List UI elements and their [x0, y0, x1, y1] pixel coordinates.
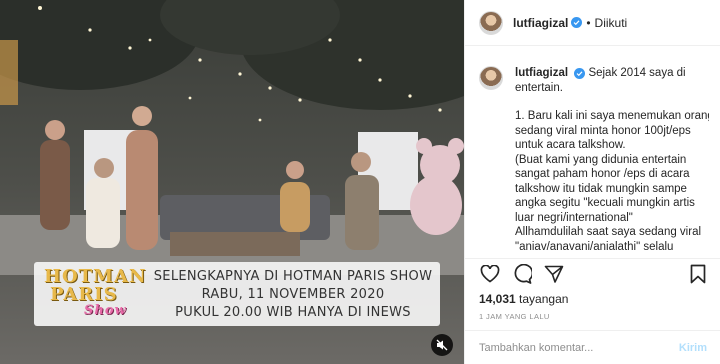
caption-avatar[interactable]	[479, 66, 503, 90]
caption-intro: lutfiagizal Sejak 2014 saya di entertain.	[515, 66, 709, 95]
action-bar	[465, 258, 720, 288]
header-username[interactable]: lutfiagizal	[513, 16, 568, 30]
promo-line-1: SELENGKAPNYA DI HOTMAN PARIS SHOW	[153, 269, 433, 284]
comment-bar: Kirim	[465, 330, 720, 364]
verified-badge-icon	[574, 68, 586, 79]
post-video[interactable]: HOTMAN PARIS Show SELENGKAPNYA DI HOTMAN…	[0, 0, 464, 364]
avatar[interactable]	[479, 10, 503, 35]
caption-para-line: Allhamdulilah saat saya sedang viral	[515, 226, 702, 238]
share-icon[interactable]	[543, 263, 565, 285]
follow-status-button[interactable]: Diikuti	[595, 16, 628, 30]
promo-text: SELENGKAPNYA DI HOTMAN PARIS SHOW RABU, …	[148, 268, 438, 322]
comment-input[interactable]	[479, 341, 679, 354]
caption-para-line: sedang viral minta honor 100jt/eps	[515, 124, 691, 137]
verified-badge-icon	[571, 17, 583, 28]
post-header: lutfiagizal • Diikuti	[465, 0, 720, 46]
views-label: tayangan	[519, 292, 569, 306]
post-timestamp[interactable]: 1 JAM YANG LALU	[479, 312, 550, 321]
caption-line-2: entertain.	[515, 81, 563, 94]
views-number: 14,031	[479, 292, 516, 306]
comment-icon[interactable]	[511, 263, 533, 285]
logo-line-2: PARIS	[50, 284, 118, 305]
caption-para-line: untuk acara talkshow.	[515, 139, 626, 151]
caption-line-1: Sejak 2014 saya di	[588, 67, 686, 79]
caption-username[interactable]: lutfiagizal	[515, 67, 568, 79]
caption-para-line: sangat paham honor /eps di acara	[515, 168, 690, 180]
show-logo: HOTMAN PARIS Show	[44, 266, 145, 324]
post-sidebar: lutfiagizal • Diikuti lutfiagizal Sejak …	[464, 0, 720, 364]
caption-para-line: (Buat kami yang didunia entertain	[515, 153, 687, 166]
post-caption: lutfiagizal Sejak 2014 saya di entertain.…	[479, 66, 709, 262]
separator-dot: •	[586, 15, 591, 30]
caption-para-line: angka segitu "kecuali mungkin artis	[515, 197, 695, 209]
view-count[interactable]: 14,031 tayangan	[479, 292, 568, 306]
caption-para-line: luar negri/international"	[515, 211, 633, 224]
bookmark-icon[interactable]	[687, 263, 709, 285]
promo-line-2: RABU, 11 NOVEMBER 2020	[201, 287, 385, 302]
caption-para-line: "aniav/anavani/anialathi" selalu	[515, 240, 674, 253]
heart-icon[interactable]	[479, 263, 501, 285]
caption-para-line: 1. Baru kali ini saya menemukan orang	[515, 110, 709, 122]
post-comment-button[interactable]: Kirim	[679, 342, 707, 354]
logo-line-3: Show	[84, 303, 127, 318]
promo-line-3: PUKUL 20.00 WIB HANYA DI INEWS	[175, 305, 411, 320]
mute-icon[interactable]	[431, 334, 453, 356]
caption-paragraph: 1. Baru kali ini saya menemukan orang se…	[515, 109, 709, 254]
caption-para-line: talkshow itu tidak mungkin sampe	[515, 182, 687, 195]
